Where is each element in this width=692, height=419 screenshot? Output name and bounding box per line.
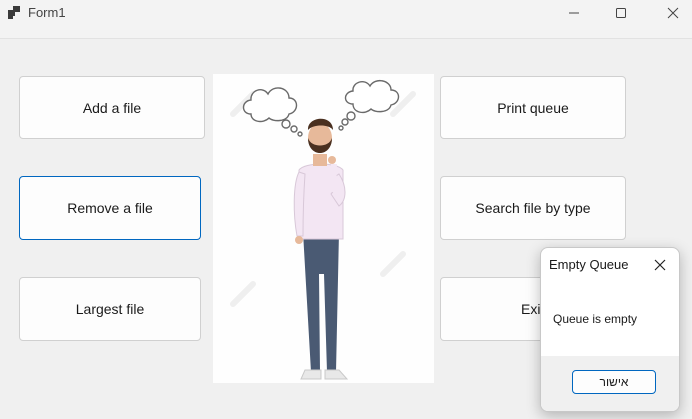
minimize-icon (569, 12, 579, 14)
remove-file-button[interactable]: Remove a file (19, 176, 201, 240)
dialog-body: Queue is empty (541, 280, 679, 356)
add-file-button[interactable]: Add a file (19, 76, 205, 139)
dialog-message: Queue is empty (553, 312, 638, 326)
windows-form-icon (8, 6, 20, 19)
thinking-man-picture (213, 74, 434, 383)
maximize-button[interactable] (598, 0, 644, 26)
print-queue-button[interactable]: Print queue (440, 76, 626, 139)
title-bar: Form1 (0, 0, 692, 38)
close-icon (667, 7, 679, 19)
empty-queue-dialog: Empty Queue Queue is empty אישור (540, 247, 680, 412)
ok-button[interactable]: אישור (572, 370, 656, 394)
close-button[interactable] (650, 0, 692, 26)
close-icon (654, 259, 666, 271)
dialog-close-button[interactable] (647, 254, 673, 276)
maximize-icon (616, 8, 626, 18)
largest-file-button[interactable]: Largest file (19, 277, 201, 341)
dialog-footer: אישור (541, 356, 679, 411)
dialog-title: Empty Queue (549, 257, 629, 272)
thinking-man-illustration (230, 79, 416, 380)
minimize-button[interactable] (551, 0, 597, 26)
window-title: Form1 (28, 5, 66, 20)
search-file-by-type-button[interactable]: Search file by type (440, 176, 626, 240)
